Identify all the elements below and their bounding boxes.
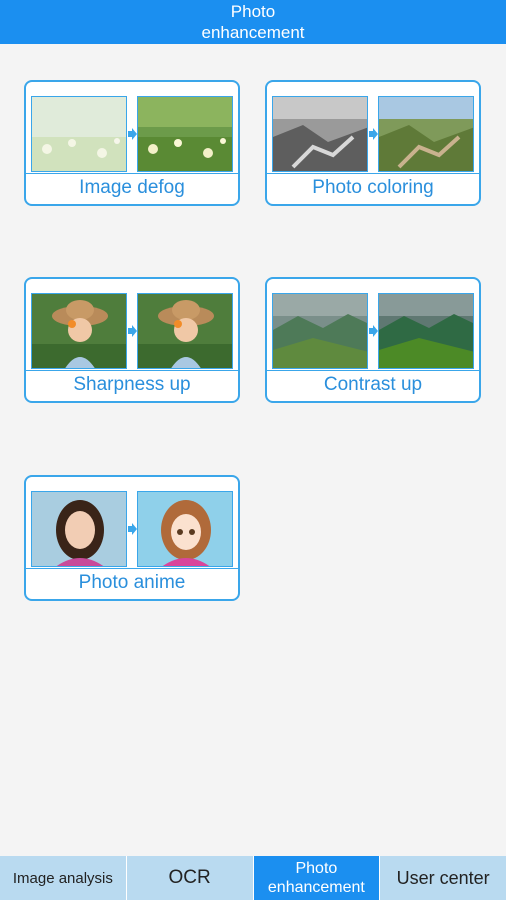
contrast-after-image: [378, 293, 474, 369]
tab-label-line1: Photo: [295, 860, 338, 877]
tab-label: User center: [396, 867, 490, 888]
tab-user-center[interactable]: User center: [380, 856, 506, 900]
card-divider: [267, 173, 479, 174]
anime-after-image: [137, 491, 233, 567]
sharpness-before-image: [31, 293, 127, 369]
bottom-tab-bar: Image analysis OCR Photo enhancement Use…: [0, 856, 506, 900]
sharpness-up-card[interactable]: Sharpness up: [24, 277, 240, 403]
arrow-right-icon: [128, 128, 137, 140]
contrast-before-image: [272, 293, 368, 369]
photo-anime-card[interactable]: Photo anime: [24, 475, 240, 601]
card-label: Contrast up: [323, 374, 423, 395]
card-label: Photo anime: [78, 572, 186, 593]
contrast-up-card[interactable]: Contrast up: [265, 277, 481, 403]
header-title-line2: enhancement: [201, 23, 305, 42]
tab-label: OCR: [168, 867, 211, 888]
arrow-right-icon: [128, 523, 137, 535]
coloring-before-image: [272, 96, 368, 172]
defog-before-image: [31, 96, 127, 172]
defog-after-image: [137, 96, 233, 172]
sharpness-after-image: [137, 293, 233, 369]
page-header: Photo enhancement: [0, 0, 506, 44]
tab-label-line2: enhancement: [267, 879, 365, 896]
card-label: Image defog: [79, 177, 185, 198]
header-title-line1: Photo: [230, 2, 276, 21]
card-divider: [26, 568, 238, 569]
arrow-right-icon: [369, 128, 378, 140]
card-divider: [26, 370, 238, 371]
arrow-right-icon: [369, 325, 378, 337]
card-label: Photo coloring: [312, 177, 434, 198]
anime-before-image: [31, 491, 127, 567]
arrow-right-icon: [128, 325, 137, 337]
card-divider: [26, 173, 238, 174]
card-divider: [267, 370, 479, 371]
coloring-after-image: [378, 96, 474, 172]
card-label: Sharpness up: [73, 374, 191, 395]
tab-photo-enhancement[interactable]: Photo enhancement: [253, 856, 381, 900]
photo-coloring-card[interactable]: Photo coloring: [265, 80, 481, 206]
tab-ocr[interactable]: OCR: [127, 856, 254, 900]
image-defog-card[interactable]: Image defog: [24, 80, 240, 206]
tab-label: Image analysis: [12, 869, 113, 887]
tab-image-analysis[interactable]: Image analysis: [0, 856, 127, 900]
